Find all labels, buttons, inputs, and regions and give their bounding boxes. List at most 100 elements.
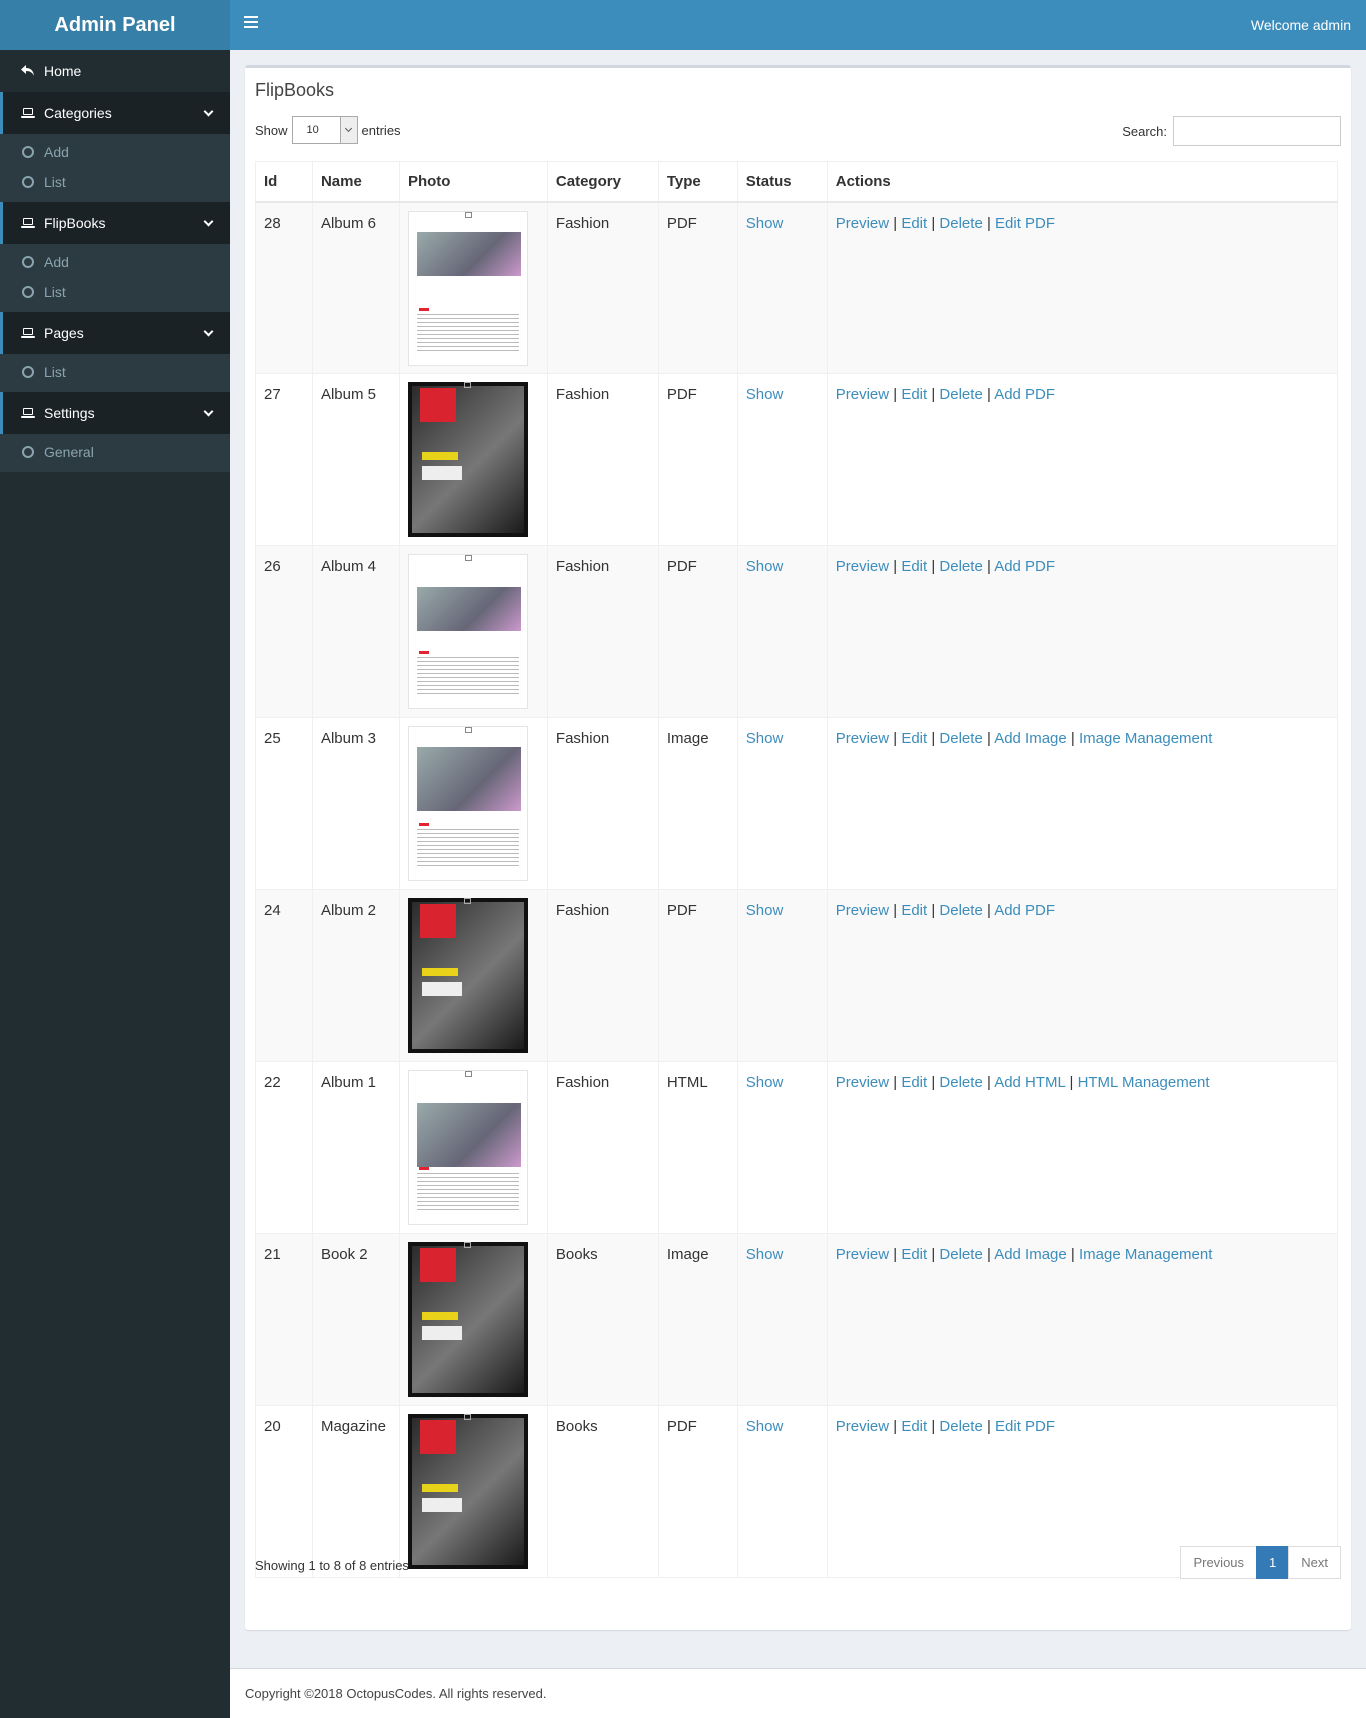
action-link-add-pdf[interactable]: Add PDF — [994, 386, 1055, 403]
action-link-delete[interactable]: Delete — [939, 215, 982, 232]
status-link[interactable]: Show — [746, 1246, 784, 1263]
action-link-edit[interactable]: Edit — [901, 1246, 927, 1263]
action-link-preview[interactable]: Preview — [836, 1418, 889, 1435]
action-link-edit[interactable]: Edit — [901, 730, 927, 747]
sidebar-item-label: General — [44, 444, 94, 460]
book-cover-thumbnail[interactable] — [407, 726, 528, 881]
book-cover-thumbnail[interactable] — [407, 1070, 528, 1225]
action-link-preview[interactable]: Preview — [836, 558, 889, 575]
sidebar-section-flipbooks[interactable]: FlipBooks — [0, 202, 230, 244]
action-link-delete[interactable]: Delete — [939, 558, 982, 575]
action-link-add-pdf[interactable]: Add PDF — [994, 558, 1055, 575]
action-link-preview[interactable]: Preview — [836, 215, 889, 232]
action-link-preview[interactable]: Preview — [836, 730, 889, 747]
action-link-preview[interactable]: Preview — [836, 1074, 889, 1091]
column-header-type[interactable]: Type — [657, 161, 738, 203]
status-link[interactable]: Show — [746, 730, 784, 747]
action-separator: | — [982, 386, 995, 403]
action-link-delete[interactable]: Delete — [939, 1246, 982, 1263]
cell-category: Fashion — [546, 1061, 659, 1234]
column-header-photo[interactable]: Photo — [398, 161, 548, 203]
entries-select[interactable]: 10 — [291, 116, 358, 144]
page-1-button[interactable]: 1 — [1256, 1546, 1290, 1579]
table-row: 26 Album 4 Fashion PDF Show Preview | Edit | … — [255, 545, 1338, 718]
cell-photo — [398, 889, 548, 1062]
sidebar-section-settings[interactable]: Settings — [0, 392, 230, 434]
sidebar-item-pages-list[interactable]: List — [0, 357, 230, 387]
brand-logo[interactable]: Admin Panel — [0, 0, 230, 50]
sidebar-submenu: Add List — [0, 134, 230, 202]
sidebar-section-categories[interactable]: Categories — [0, 92, 230, 134]
sidebar-item-categories-list[interactable]: List — [0, 167, 230, 197]
column-header-actions[interactable]: Actions — [826, 161, 1338, 203]
action-link-edit[interactable]: Edit — [901, 215, 927, 232]
cell-id: 28 — [255, 201, 313, 374]
column-header-name[interactable]: Name — [311, 161, 400, 203]
book-cover-thumbnail[interactable] — [407, 382, 528, 537]
action-link-preview[interactable]: Preview — [836, 386, 889, 403]
action-link-html-management[interactable]: HTML Management — [1078, 1074, 1210, 1091]
action-link-delete[interactable]: Delete — [939, 902, 982, 919]
book-cover-thumbnail[interactable] — [407, 210, 528, 366]
action-link-edit[interactable]: Edit — [901, 902, 927, 919]
action-separator: | — [1066, 730, 1079, 747]
book-cover-thumbnail[interactable] — [407, 554, 528, 709]
action-separator: | — [889, 730, 902, 747]
welcome-text[interactable]: Welcome admin — [1251, 0, 1351, 50]
action-link-edit-pdf[interactable]: Edit PDF — [995, 1418, 1055, 1435]
sidebar-item-settings-general[interactable]: General — [0, 437, 230, 467]
sidebar-item-label: List — [44, 284, 66, 300]
action-link-edit-pdf[interactable]: Edit PDF — [995, 215, 1055, 232]
action-link-delete[interactable]: Delete — [939, 730, 982, 747]
action-separator: | — [927, 1418, 940, 1435]
book-cover-thumbnail[interactable] — [407, 1242, 528, 1397]
column-header-id[interactable]: Id — [255, 161, 313, 203]
chevron-down-icon — [203, 106, 214, 116]
cell-type: HTML — [657, 1061, 738, 1234]
cell-category: Fashion — [546, 717, 659, 890]
status-link[interactable]: Show — [746, 558, 784, 575]
action-link-preview[interactable]: Preview — [836, 902, 889, 919]
status-link[interactable]: Show — [746, 1074, 784, 1091]
action-link-image-management[interactable]: Image Management — [1079, 730, 1212, 747]
cell-type: PDF — [657, 1405, 738, 1578]
action-link-delete[interactable]: Delete — [939, 1074, 982, 1091]
cell-type: PDF — [657, 545, 738, 718]
menu-toggle-icon[interactable] — [244, 16, 258, 34]
next-button[interactable]: Next — [1288, 1546, 1341, 1579]
action-link-edit[interactable]: Edit — [901, 1074, 927, 1091]
sidebar-section-pages[interactable]: Pages — [0, 312, 230, 354]
status-link[interactable]: Show — [746, 215, 784, 232]
sidebar-submenu: Add List — [0, 244, 230, 312]
action-link-add-image[interactable]: Add Image — [994, 730, 1067, 747]
action-link-add-html[interactable]: Add HTML — [994, 1074, 1065, 1091]
action-link-edit[interactable]: Edit — [901, 386, 927, 403]
sidebar-item-categories-add[interactable]: Add — [0, 137, 230, 167]
action-link-preview[interactable]: Preview — [836, 1246, 889, 1263]
column-header-category[interactable]: Category — [546, 161, 659, 203]
action-link-image-management[interactable]: Image Management — [1079, 1246, 1212, 1263]
search-control: Search: — [1122, 116, 1341, 146]
cell-name: Album 2 — [311, 889, 400, 1062]
action-link-add-image[interactable]: Add Image — [994, 1246, 1067, 1263]
status-link[interactable]: Show — [746, 1418, 784, 1435]
book-cover-thumbnail[interactable] — [407, 898, 528, 1053]
column-header-status[interactable]: Status — [736, 161, 828, 203]
cell-actions: Preview | Edit | Delete | Edit PDF — [826, 201, 1338, 374]
sidebar-item-home[interactable]: Home — [0, 50, 230, 92]
cell-category: Fashion — [546, 545, 659, 718]
previous-button[interactable]: Previous — [1180, 1546, 1258, 1579]
action-link-delete[interactable]: Delete — [939, 386, 982, 403]
sidebar-item-flipbooks-list[interactable]: List — [0, 277, 230, 307]
action-link-edit[interactable]: Edit — [901, 1418, 927, 1435]
action-link-edit[interactable]: Edit — [901, 558, 927, 575]
search-input[interactable] — [1173, 116, 1341, 146]
status-link[interactable]: Show — [746, 902, 784, 919]
book-cover-thumbnail[interactable] — [407, 1414, 528, 1569]
action-link-delete[interactable]: Delete — [939, 1418, 982, 1435]
chevron-down-icon — [203, 326, 214, 336]
sidebar-section-label: Categories — [44, 105, 112, 121]
action-link-add-pdf[interactable]: Add PDF — [994, 902, 1055, 919]
status-link[interactable]: Show — [746, 386, 784, 403]
sidebar-item-flipbooks-add[interactable]: Add — [0, 247, 230, 277]
